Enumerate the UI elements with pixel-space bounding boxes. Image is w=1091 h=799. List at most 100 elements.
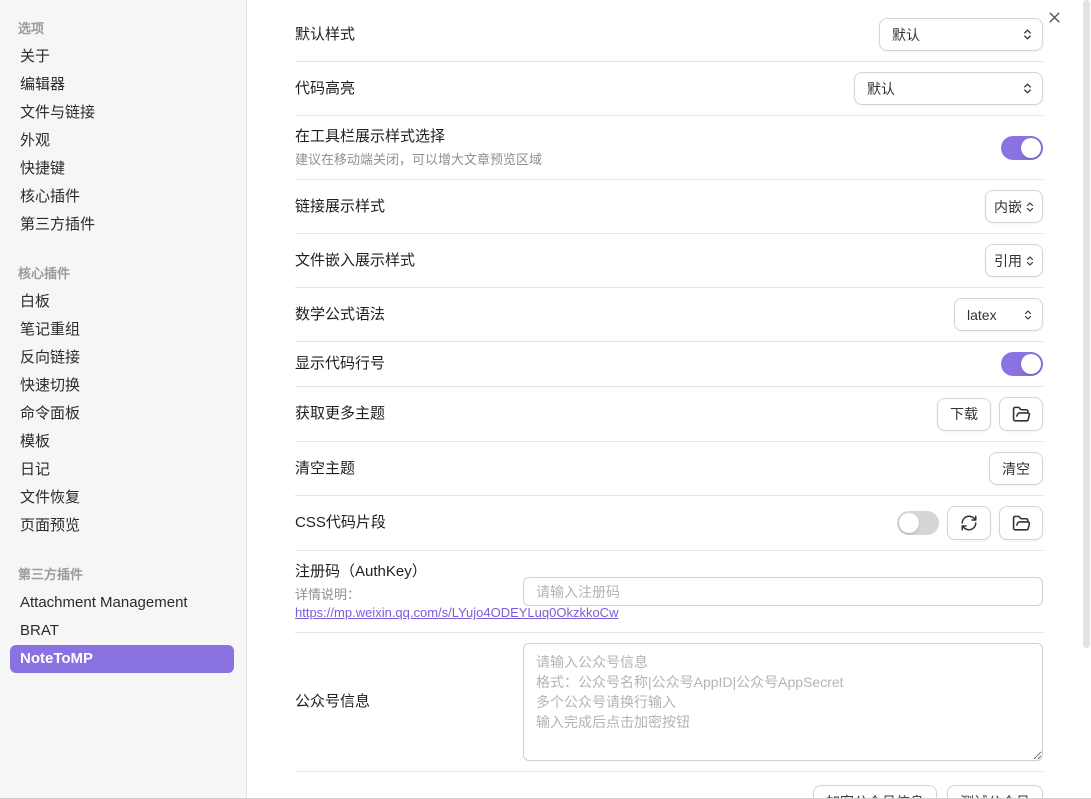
sidebar-item-command-palette[interactable]: 命令面板 xyxy=(10,400,234,428)
setting-info: 显示代码行号 xyxy=(295,353,405,375)
mp-info-textarea[interactable] xyxy=(523,643,1043,761)
sidebar-item-community-plugins[interactable]: 第三方插件 xyxy=(10,211,234,239)
setting-row-css-snippet: CSS代码片段 xyxy=(295,496,1043,551)
setting-info: CSS代码片段 xyxy=(295,512,406,534)
sidebar-section-options: 选项 关于 编辑器 文件与链接 外观 快捷键 核心插件 第三方插件 xyxy=(10,18,234,239)
reload-snippets-button[interactable] xyxy=(947,506,991,540)
setting-name: 文件嵌入展示样式 xyxy=(295,250,415,272)
setting-info: 数学公式语法 xyxy=(295,304,405,326)
setting-name: 在工具栏展示样式选择 xyxy=(295,126,542,148)
setting-info: 清空主题 xyxy=(295,458,375,480)
scrollbar[interactable] xyxy=(1083,0,1090,648)
setting-name: 默认样式 xyxy=(295,24,355,46)
setting-control: 清空 xyxy=(989,452,1043,485)
setting-description: 详情说明：https://mp.weixin.qq.com/s/LYujo4OD… xyxy=(295,586,503,622)
folder-open-icon xyxy=(1012,405,1031,424)
sidebar-item-note-composer[interactable]: 笔记重组 xyxy=(10,316,234,344)
select-value: 默认 xyxy=(892,25,920,45)
setting-row-math-syntax: 数学公式语法 latex xyxy=(295,288,1043,342)
sidebar-item-appearance[interactable]: 外观 xyxy=(10,127,234,155)
setting-control: 内嵌 xyxy=(985,190,1043,223)
open-theme-folder-button[interactable] xyxy=(999,397,1043,431)
setting-name: 链接展示样式 xyxy=(295,196,385,218)
chevrons-up-down-icon xyxy=(1021,27,1034,42)
open-snippet-folder-button[interactable] xyxy=(999,506,1043,540)
sidebar-item-page-preview[interactable]: 页面预览 xyxy=(10,512,234,540)
close-button[interactable] xyxy=(1043,6,1065,28)
sidebar-item-attachment-management[interactable]: Attachment Management xyxy=(10,589,234,617)
setting-row-auth-key: 注册码（AuthKey） 详情说明：https://mp.weixin.qq.c… xyxy=(295,551,1043,633)
chevrons-up-down-icon xyxy=(1021,81,1034,96)
test-mp-button[interactable]: 测试公众号 xyxy=(947,785,1043,798)
setting-control: latex xyxy=(954,298,1043,331)
setting-control xyxy=(523,643,1043,761)
setting-name: 数学公式语法 xyxy=(295,304,385,326)
file-embed-style-select[interactable]: 引用 xyxy=(985,244,1043,277)
select-value: 默认 xyxy=(867,79,895,99)
setting-control xyxy=(897,506,1043,540)
setting-info: 在工具栏展示样式选择 建议在移动端关闭，可以增大文章预览区域 xyxy=(295,126,562,169)
setting-row-more-themes: 获取更多主题 下载 xyxy=(295,387,1043,442)
setting-control: 引用 xyxy=(985,244,1043,277)
auth-key-input[interactable] xyxy=(523,577,1043,606)
setting-name: 获取更多主题 xyxy=(295,403,385,425)
sidebar-section-community-plugins: 第三方插件 Attachment Management BRAT NoteToM… xyxy=(10,564,234,673)
setting-row-link-style: 链接展示样式 内嵌 xyxy=(295,180,1043,234)
sidebar-item-templates[interactable]: 模板 xyxy=(10,428,234,456)
setting-control: 默认 xyxy=(879,18,1043,51)
setting-row-code-highlight: 代码高亮 默认 xyxy=(295,62,1043,116)
setting-name: 注册码（AuthKey） xyxy=(295,561,503,583)
settings-modal: 选项 关于 编辑器 文件与链接 外观 快捷键 核心插件 第三方插件 核心插件 白… xyxy=(0,0,1091,799)
setting-row-file-embed-style: 文件嵌入展示样式 引用 xyxy=(295,234,1043,288)
setting-info: 链接展示样式 xyxy=(295,196,405,218)
download-theme-button[interactable]: 下载 xyxy=(937,398,991,431)
sidebar-item-hotkeys[interactable]: 快捷键 xyxy=(10,155,234,183)
setting-info: 代码高亮 xyxy=(295,78,375,100)
setting-name: 清空主题 xyxy=(295,458,355,480)
setting-row-code-line-number: 显示代码行号 xyxy=(295,342,1043,387)
sidebar-header-community-plugins: 第三方插件 xyxy=(10,564,234,589)
toolbar-style-toggle[interactable] xyxy=(1001,136,1043,160)
css-snippet-toggle[interactable] xyxy=(897,511,939,535)
sidebar-item-brat[interactable]: BRAT xyxy=(10,617,234,645)
sidebar-item-daily-notes[interactable]: 日记 xyxy=(10,456,234,484)
sidebar-item-about[interactable]: 关于 xyxy=(10,43,234,71)
chevrons-up-down-icon xyxy=(1024,200,1036,214)
setting-control xyxy=(1001,136,1043,160)
clear-theme-button[interactable]: 清空 xyxy=(989,452,1043,485)
code-highlight-select[interactable]: 默认 xyxy=(854,72,1043,105)
auth-key-desc-prefix: 详情说明： xyxy=(295,587,360,602)
math-syntax-select[interactable]: latex xyxy=(954,298,1043,331)
code-line-number-toggle[interactable] xyxy=(1001,352,1043,376)
settings-content: 默认样式 默认 代码高亮 默认 在工 xyxy=(247,0,1091,798)
sidebar-item-quick-switcher[interactable]: 快速切换 xyxy=(10,372,234,400)
sidebar-item-canvas[interactable]: 白板 xyxy=(10,288,234,316)
close-icon xyxy=(1046,9,1063,26)
setting-row-default-style: 默认样式 默认 xyxy=(295,8,1043,62)
setting-name: CSS代码片段 xyxy=(295,512,386,534)
refresh-icon xyxy=(960,514,978,532)
sidebar-item-backlinks[interactable]: 反向链接 xyxy=(10,344,234,372)
chevrons-up-down-icon xyxy=(1022,308,1034,322)
sidebar-item-notetomp[interactable]: NoteToMP xyxy=(10,645,234,673)
sidebar-item-files-links[interactable]: 文件与链接 xyxy=(10,99,234,127)
sidebar-item-file-recovery[interactable]: 文件恢复 xyxy=(10,484,234,512)
link-style-select[interactable]: 内嵌 xyxy=(985,190,1043,223)
encrypt-mp-info-button[interactable]: 加密公众号信息 xyxy=(813,785,937,798)
sidebar-item-core-plugins[interactable]: 核心插件 xyxy=(10,183,234,211)
auth-key-help-link[interactable]: https://mp.weixin.qq.com/s/LYujo4ODEYLuq… xyxy=(295,605,618,620)
sidebar-item-editor[interactable]: 编辑器 xyxy=(10,71,234,99)
setting-control xyxy=(1001,352,1043,376)
toggle-knob xyxy=(899,513,919,533)
setting-name: 代码高亮 xyxy=(295,78,355,100)
setting-info: 文件嵌入展示样式 xyxy=(295,250,435,272)
setting-control: 默认 xyxy=(854,72,1043,105)
toggle-knob xyxy=(1021,138,1041,158)
setting-info: 获取更多主题 xyxy=(295,403,405,425)
sidebar-section-core-plugins: 核心插件 白板 笔记重组 反向链接 快速切换 命令面板 模板 日记 文件恢复 页… xyxy=(10,263,234,540)
setting-info: 公众号信息 xyxy=(295,691,390,713)
default-style-select[interactable]: 默认 xyxy=(879,18,1043,51)
setting-info: 注册码（AuthKey） 详情说明：https://mp.weixin.qq.c… xyxy=(295,561,523,622)
setting-control xyxy=(523,577,1043,606)
select-value: latex xyxy=(967,307,997,323)
